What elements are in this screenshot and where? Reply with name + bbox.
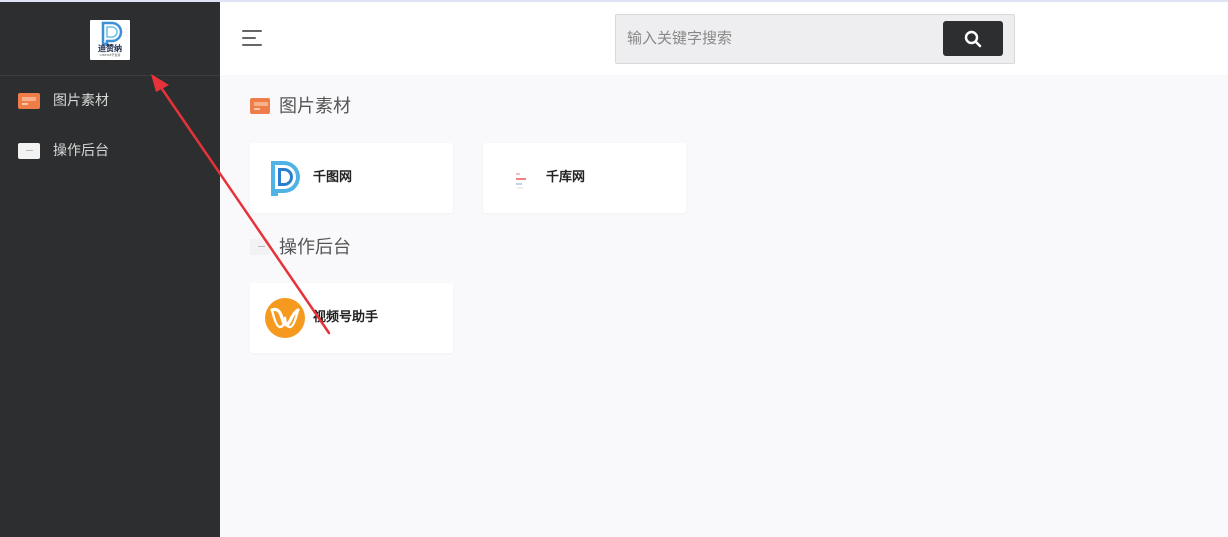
menu-toggle-icon[interactable]	[242, 30, 264, 48]
search-box	[615, 14, 1015, 64]
sidebar-item-image-material[interactable]: 图片素材	[0, 81, 220, 121]
sidebar-item-admin[interactable]: 操作后台	[0, 131, 220, 171]
admin-icon	[18, 143, 40, 159]
qiantu-logo-icon	[271, 161, 300, 196]
logo-area: 迪赞纳 QIBEIKE开发者	[0, 2, 220, 76]
search-button[interactable]	[943, 21, 1003, 56]
card-label: 视频号助手	[313, 310, 379, 325]
image-material-icon	[18, 93, 40, 109]
card-label: 千图网	[313, 170, 353, 185]
site-card-qianku[interactable]: 千库网	[483, 143, 686, 213]
sidebar-item-label: 图片素材	[53, 93, 109, 109]
card-label: 千库网	[546, 170, 586, 185]
admin-icon	[250, 239, 270, 255]
search-input[interactable]	[617, 16, 947, 60]
brand-logo[interactable]: 迪赞纳 QIBEIKE开发者	[90, 20, 130, 60]
channels-assistant-icon	[265, 298, 305, 338]
brand-name: 迪赞纳	[98, 44, 122, 53]
section-title: 图片素材	[279, 96, 351, 117]
sidebar-item-label: 操作后台	[53, 143, 109, 159]
image-material-icon	[250, 98, 270, 114]
site-card-channels-assistant[interactable]: 视频号助手	[250, 283, 453, 353]
section-title: 操作后台	[279, 237, 351, 258]
search-icon	[964, 30, 982, 48]
sidebar: 迪赞纳 QIBEIKE开发者 图片素材 操作后台	[0, 2, 220, 537]
header	[220, 2, 1228, 75]
qianku-logo-icon	[501, 161, 535, 195]
brand-subtitle: QIBEIKE开发者	[99, 53, 121, 57]
site-card-qiantu[interactable]: 千图网	[250, 143, 453, 213]
